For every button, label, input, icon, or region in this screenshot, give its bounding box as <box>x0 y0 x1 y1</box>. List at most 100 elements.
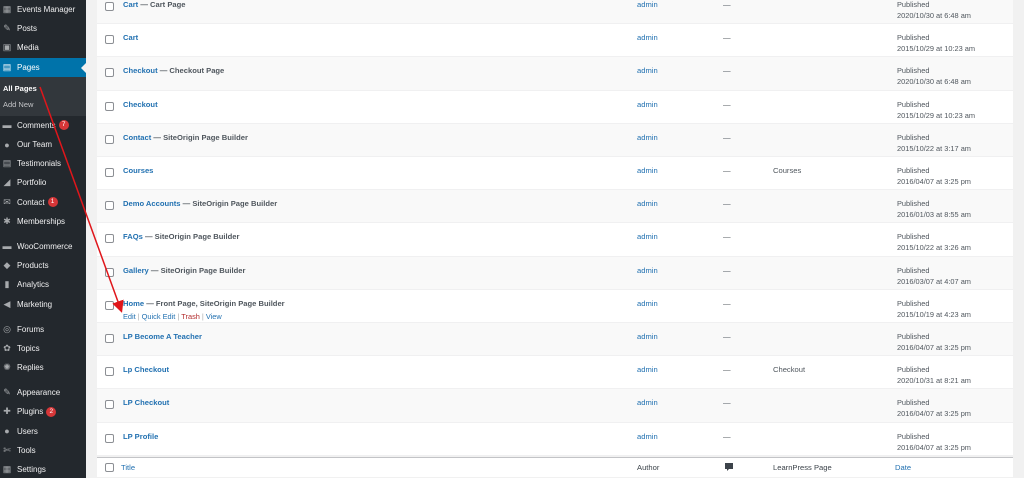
page-title-link[interactable]: LP Profile <box>123 432 158 441</box>
page-title-link[interactable]: Contact — SiteOrigin Page Builder <box>123 133 248 142</box>
sidebar-item-portfolio[interactable]: ◢ Portfolio <box>0 173 86 192</box>
page-title-text[interactable]: Checkout <box>123 100 158 109</box>
page-title-text[interactable]: Contact <box>123 133 151 142</box>
page-title-text[interactable]: FAQs <box>123 232 143 241</box>
table-row[interactable]: Cart — Cart Page admin — Published 2020/10/3… <box>97 0 1013 25</box>
row-checkbox[interactable] <box>105 168 114 177</box>
sidebar-item-marketing[interactable]: ◀ Marketing <box>0 294 86 313</box>
row-checkbox[interactable] <box>105 2 114 11</box>
sidebar-item-posts[interactable]: ✎ Posts <box>0 19 86 38</box>
author-link[interactable]: admin <box>637 299 658 308</box>
table-row[interactable]: LP Become A Teacher admin — Published 2016/0… <box>97 323 1013 357</box>
author-link[interactable]: admin <box>637 166 658 175</box>
sidebar-item-memberships[interactable]: ✱ Memberships <box>0 212 86 231</box>
sidebar-item-appearance[interactable]: ✎ Appearance <box>0 383 86 402</box>
edit-link[interactable]: Edit <box>123 312 136 321</box>
row-checkbox[interactable] <box>105 35 114 45</box>
author-link[interactable]: admin <box>637 232 658 241</box>
page-title-link[interactable]: Courses <box>123 166 153 175</box>
sidebar-item-settings[interactable]: ▦ Settings <box>0 460 86 478</box>
table-row[interactable]: Lp Checkout admin — Checkout Published 2020/1… <box>97 356 1013 390</box>
trash-link[interactable]: Trash <box>181 312 200 321</box>
row-checkbox[interactable] <box>105 400 114 410</box>
page-title-link[interactable]: Lp Checkout <box>123 365 169 374</box>
page-title-text[interactable]: LP Become A Teacher <box>123 332 202 341</box>
page-title-link[interactable]: LP Become A Teacher <box>123 332 202 341</box>
table-row[interactable]: Courses admin — Courses Published 2016/04/07 … <box>97 157 1013 191</box>
page-title-link[interactable]: Home — Front Page, SiteOrigin Page Build… <box>123 299 285 308</box>
page-title-link[interactable]: Checkout <box>123 100 158 109</box>
sidebar-item-our-team[interactable]: ● Our Team <box>0 135 86 154</box>
view-link[interactable]: View <box>206 312 222 321</box>
page-title-text[interactable]: LP Checkout <box>123 398 169 407</box>
sidebar-item-comments[interactable]: ▬ Comments 7 <box>0 116 86 135</box>
row-checkbox[interactable] <box>105 433 114 443</box>
row-checkbox[interactable] <box>105 267 114 277</box>
author-link[interactable]: admin <box>637 133 658 142</box>
sidebar-item-plugins[interactable]: ✚ Plugins 2 <box>0 402 86 421</box>
table-row[interactable]: Demo Accounts — SiteOrigin Page Builder a… <box>97 190 1013 224</box>
author-link[interactable]: admin <box>637 66 658 75</box>
author-link[interactable]: admin <box>637 432 658 441</box>
quick-edit-link[interactable]: Quick Edit <box>142 312 176 321</box>
page-title-text[interactable]: LP Profile <box>123 432 158 441</box>
page-title-text[interactable]: Lp Checkout <box>123 365 169 374</box>
sidebar-item-media[interactable]: ▣ Media <box>0 38 86 57</box>
sidebar-item-testimonials[interactable]: ▤ Testimonials <box>0 154 86 173</box>
sidebar-item-pages[interactable]: ▤ Pages <box>0 57 86 77</box>
table-row[interactable]: Home — Front Page, SiteOrigin Page Build… <box>97 289 1013 323</box>
row-checkbox[interactable] <box>105 234 114 244</box>
sidebar-item-topics[interactable]: ✿ Topics <box>0 339 86 358</box>
page-title-text[interactable]: Courses <box>123 166 153 175</box>
page-title-text[interactable]: Home <box>123 299 144 308</box>
author-link[interactable]: admin <box>637 33 658 42</box>
sort-by-title[interactable]: Title <box>121 463 135 472</box>
author-link[interactable]: admin <box>637 332 658 341</box>
page-title-text[interactable]: Demo Accounts <box>123 199 181 208</box>
page-title-link[interactable]: Cart — Cart Page <box>123 0 185 9</box>
row-checkbox[interactable] <box>105 101 114 111</box>
sidebar-item-forums[interactable]: ◎ Forums <box>0 320 86 339</box>
page-title-text[interactable]: Checkout <box>123 66 158 75</box>
author-link[interactable]: admin <box>637 266 658 275</box>
table-row[interactable]: Gallery — SiteOrigin Page Builder admin — P… <box>97 256 1013 290</box>
page-title-link[interactable]: LP Checkout <box>123 398 169 407</box>
sidebar-item-woocommerce[interactable]: ▬ WooCommerce <box>0 237 86 256</box>
page-title-text[interactable]: Cart <box>123 33 138 42</box>
author-link[interactable]: admin <box>637 398 658 407</box>
table-row[interactable]: LP Profile admin — Published 2016/04/07 at 3… <box>97 422 1013 456</box>
row-checkbox[interactable] <box>105 367 114 377</box>
author-link[interactable]: admin <box>637 199 658 208</box>
page-title-link[interactable]: Checkout — Checkout Page <box>123 66 224 75</box>
table-row[interactable]: Checkout — Checkout Page admin — Published 2… <box>97 57 1013 91</box>
row-checkbox[interactable] <box>105 68 114 78</box>
author-link[interactable]: admin <box>637 365 658 374</box>
sidebar-item-analytics[interactable]: ▮ Analytics <box>0 275 86 294</box>
sidebar-item-products[interactable]: ◆ Products <box>0 256 86 275</box>
row-checkbox[interactable] <box>105 300 114 310</box>
author-link[interactable]: admin <box>637 100 658 109</box>
author-link[interactable]: admin <box>637 0 658 9</box>
sidebar-item-contact[interactable]: ✉ Contact 1 <box>0 193 86 212</box>
sort-by-date[interactable]: Date <box>895 463 911 472</box>
select-all-checkbox[interactable] <box>105 462 114 472</box>
page-title-link[interactable]: Cart <box>123 33 138 42</box>
sidebar-item-users[interactable]: ● Users <box>0 422 86 441</box>
sidebar-item-events-manager[interactable]: ▦ Events Manager <box>0 0 86 19</box>
page-title-link[interactable]: FAQs — SiteOrigin Page Builder <box>123 232 239 241</box>
submenu-add-new[interactable]: Add New <box>0 97 86 113</box>
row-checkbox[interactable] <box>105 201 114 211</box>
row-checkbox[interactable] <box>105 334 114 343</box>
page-title-link[interactable]: Gallery — SiteOrigin Page Builder <box>123 266 245 275</box>
table-row[interactable]: LP Checkout admin — Published 2016/04/07 at … <box>97 389 1013 423</box>
sidebar-item-replies[interactable]: ✺ Replies <box>0 358 86 377</box>
submenu-all-pages[interactable]: All Pages <box>0 81 86 97</box>
page-title-text[interactable]: Cart <box>123 0 138 9</box>
sidebar-item-tools[interactable]: ✄ Tools <box>0 441 86 460</box>
page-title-text[interactable]: Gallery <box>123 266 149 275</box>
row-checkbox[interactable] <box>105 134 114 144</box>
table-row[interactable]: Checkout admin — Published 2015/10/29 at 10:… <box>97 90 1013 124</box>
table-row[interactable]: FAQs — SiteOrigin Page Builder admin — Publ… <box>97 223 1013 257</box>
table-row[interactable]: Contact — SiteOrigin Page Builder admin — P… <box>97 123 1013 157</box>
page-title-link[interactable]: Demo Accounts — SiteOrigin Page Builder <box>123 199 277 208</box>
